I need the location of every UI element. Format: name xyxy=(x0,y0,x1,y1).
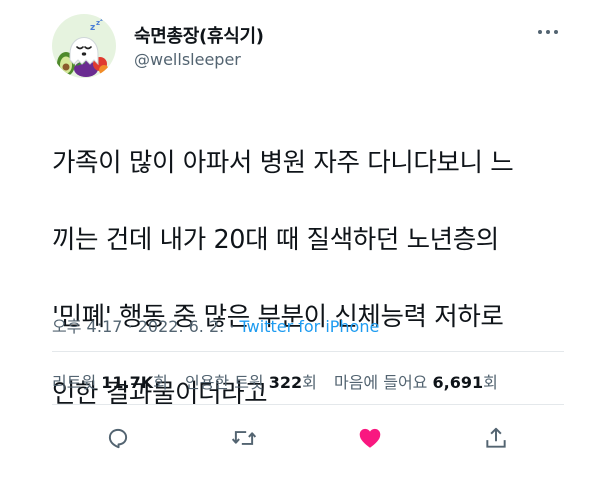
svg-text:z: z xyxy=(100,17,103,23)
likes-suffix: 회 xyxy=(483,373,498,392)
like-count[interactable]: 마음에 들어요 6,691회 xyxy=(334,373,498,392)
tweet-meta: 오후 4:17 · 2022. 6. 2. · Twitter for iPho… xyxy=(52,313,379,337)
like-button[interactable] xyxy=(350,418,390,458)
likes-label: 마음에 들어요 xyxy=(333,373,428,392)
divider xyxy=(52,351,564,352)
action-bar xyxy=(52,418,564,458)
display-name[interactable]: 숙면총장(휴식기) xyxy=(134,22,264,48)
more-options-icon[interactable] xyxy=(536,27,560,37)
tweet-line: 끼는 건데 내가 20대 때 질색하던 노년층의 xyxy=(52,224,499,255)
likes-value: 6,691 xyxy=(432,373,484,392)
divider xyxy=(52,404,564,405)
tweet-line: 가족이 많이 아파서 병원 자주 다니다보니 느 xyxy=(52,147,514,178)
user-handle[interactable]: @wellsleeper xyxy=(134,50,241,69)
quotes-value: 322 xyxy=(268,373,303,392)
quote-count[interactable]: 인용한 트윗 322회 xyxy=(185,373,317,392)
tweet-date[interactable]: 2022. 6. 2. xyxy=(138,317,225,336)
share-icon xyxy=(486,427,506,448)
meta-separator: · xyxy=(224,317,240,336)
tweet-stats: 리트윗 11.7K회 인용한 트윗 322회 마음에 들어요 6,691회 xyxy=(52,369,510,393)
retweets-value: 11.7K xyxy=(101,373,154,392)
retweet-icon xyxy=(231,431,257,445)
heart-icon xyxy=(359,428,381,448)
quotes-label: 인용한 트윗 xyxy=(184,373,264,392)
tweet-text: 가족이 많이 아파서 병원 자주 다니다보니 느 끼는 건데 내가 20대 때 … xyxy=(52,105,582,452)
retweet-button[interactable] xyxy=(224,418,264,458)
share-button[interactable] xyxy=(476,418,516,458)
retweets-label: 리트윗 xyxy=(52,373,97,392)
reply-icon xyxy=(108,428,128,449)
tweet-source-link[interactable]: Twitter for iPhone xyxy=(240,317,380,336)
svg-text:z: z xyxy=(90,23,95,33)
tweet-card: z z z 숙면총장(휴식기) @wellsleeper 가족이 많이 아파서 … xyxy=(0,0,616,482)
meta-separator: · xyxy=(122,317,138,336)
avatar[interactable]: z z z xyxy=(52,14,116,78)
reply-button[interactable] xyxy=(98,418,138,458)
retweets-suffix: 회 xyxy=(153,373,168,392)
retweet-count[interactable]: 리트윗 11.7K회 xyxy=(52,373,168,392)
tweet-time[interactable]: 오후 4:17 xyxy=(52,317,122,336)
quotes-suffix: 회 xyxy=(302,373,317,392)
